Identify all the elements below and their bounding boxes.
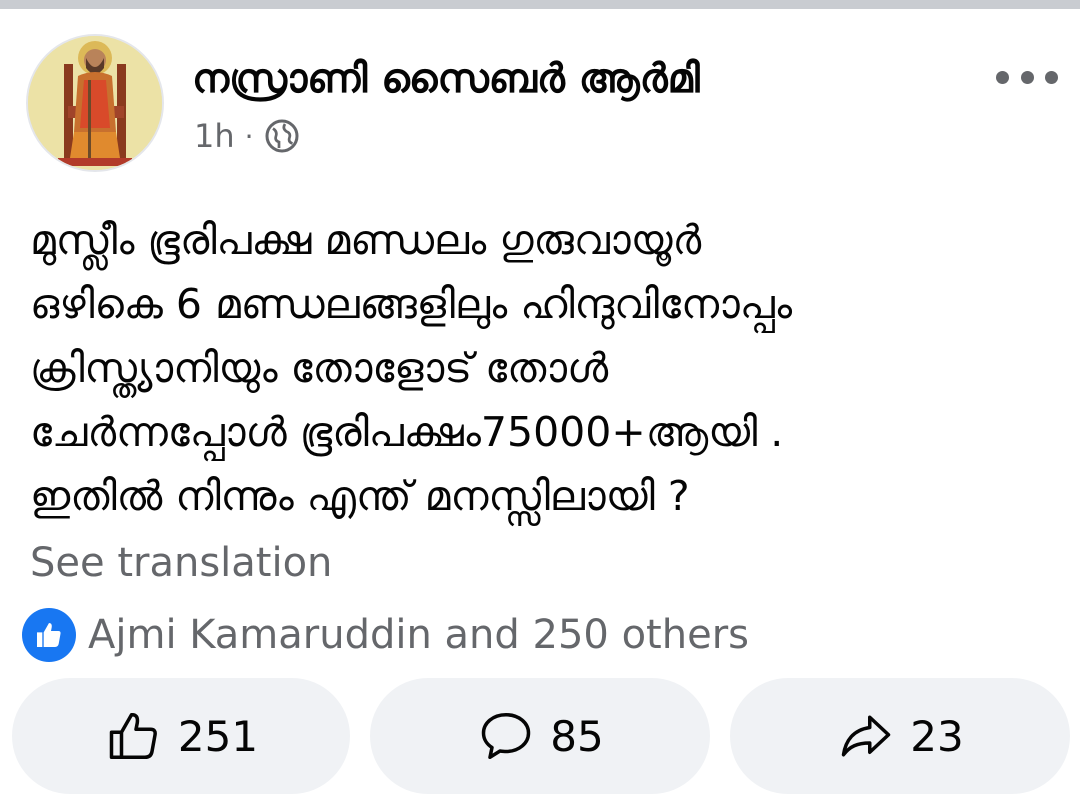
comment-count: 85	[550, 711, 604, 761]
like-reaction-icon	[22, 608, 76, 662]
post-text-line: ഒഴികെ 6 മണ്ഡലങ്ങളിലും ഹിന്ദുവിനോപ്പം	[30, 280, 793, 328]
more-dot	[1045, 70, 1058, 84]
reactions-text: Ajmi Kamaruddin and 250 others	[88, 612, 749, 658]
more-dot	[1020, 70, 1034, 84]
thumbs-up-outline-icon	[109, 712, 157, 759]
reactions-summary[interactable]: Ajmi Kamaruddin and 250 others	[22, 606, 749, 664]
share-count: 23	[910, 711, 964, 761]
meta-separator: ·	[244, 119, 254, 153]
share-button[interactable]: 23	[730, 678, 1070, 794]
share-arrow-icon	[842, 715, 891, 757]
page-avatar[interactable]	[26, 34, 164, 172]
post-text-line: മുസ്ലീം ഭൂരിപക്ഷ മണ്ഡലം ഗുരുവായൂർ	[30, 216, 702, 264]
like-button[interactable]: 251	[12, 678, 350, 794]
post-time[interactable]: 1h	[194, 117, 235, 155]
post-text-line: ഇതിൽ നിന്നും എന്ത് മനസ്സിലായി ?	[30, 472, 690, 520]
more-options-button[interactable]	[996, 60, 1058, 94]
page-name[interactable]: നസ്രാണി സൈബർ ആർമി	[192, 56, 700, 102]
like-count: 251	[177, 711, 259, 761]
see-translation-link[interactable]: See translation	[30, 540, 332, 586]
globe-icon	[265, 119, 299, 153]
more-dot	[996, 70, 1009, 84]
comment-bubble-icon	[482, 713, 531, 759]
post-body: മുസ്ലീം ഭൂരിപക്ഷ മണ്ഡലം ഗുരുവായൂർ ഒഴികെ …	[30, 208, 1050, 528]
post-meta: 1h ·	[194, 116, 300, 156]
top-divider	[0, 0, 1080, 9]
post-text-line: ചേർന്നപ്പോൾ ഭൂരിപക്ഷം75000+ആയി .	[30, 408, 784, 456]
comment-button[interactable]: 85	[370, 678, 710, 794]
saint-portrait-image	[28, 36, 162, 170]
post-text-line: ക്രിസ്ത്യാനിയും തോളോട് തോൾ	[30, 344, 609, 392]
thumbs-up-icon	[37, 623, 61, 647]
